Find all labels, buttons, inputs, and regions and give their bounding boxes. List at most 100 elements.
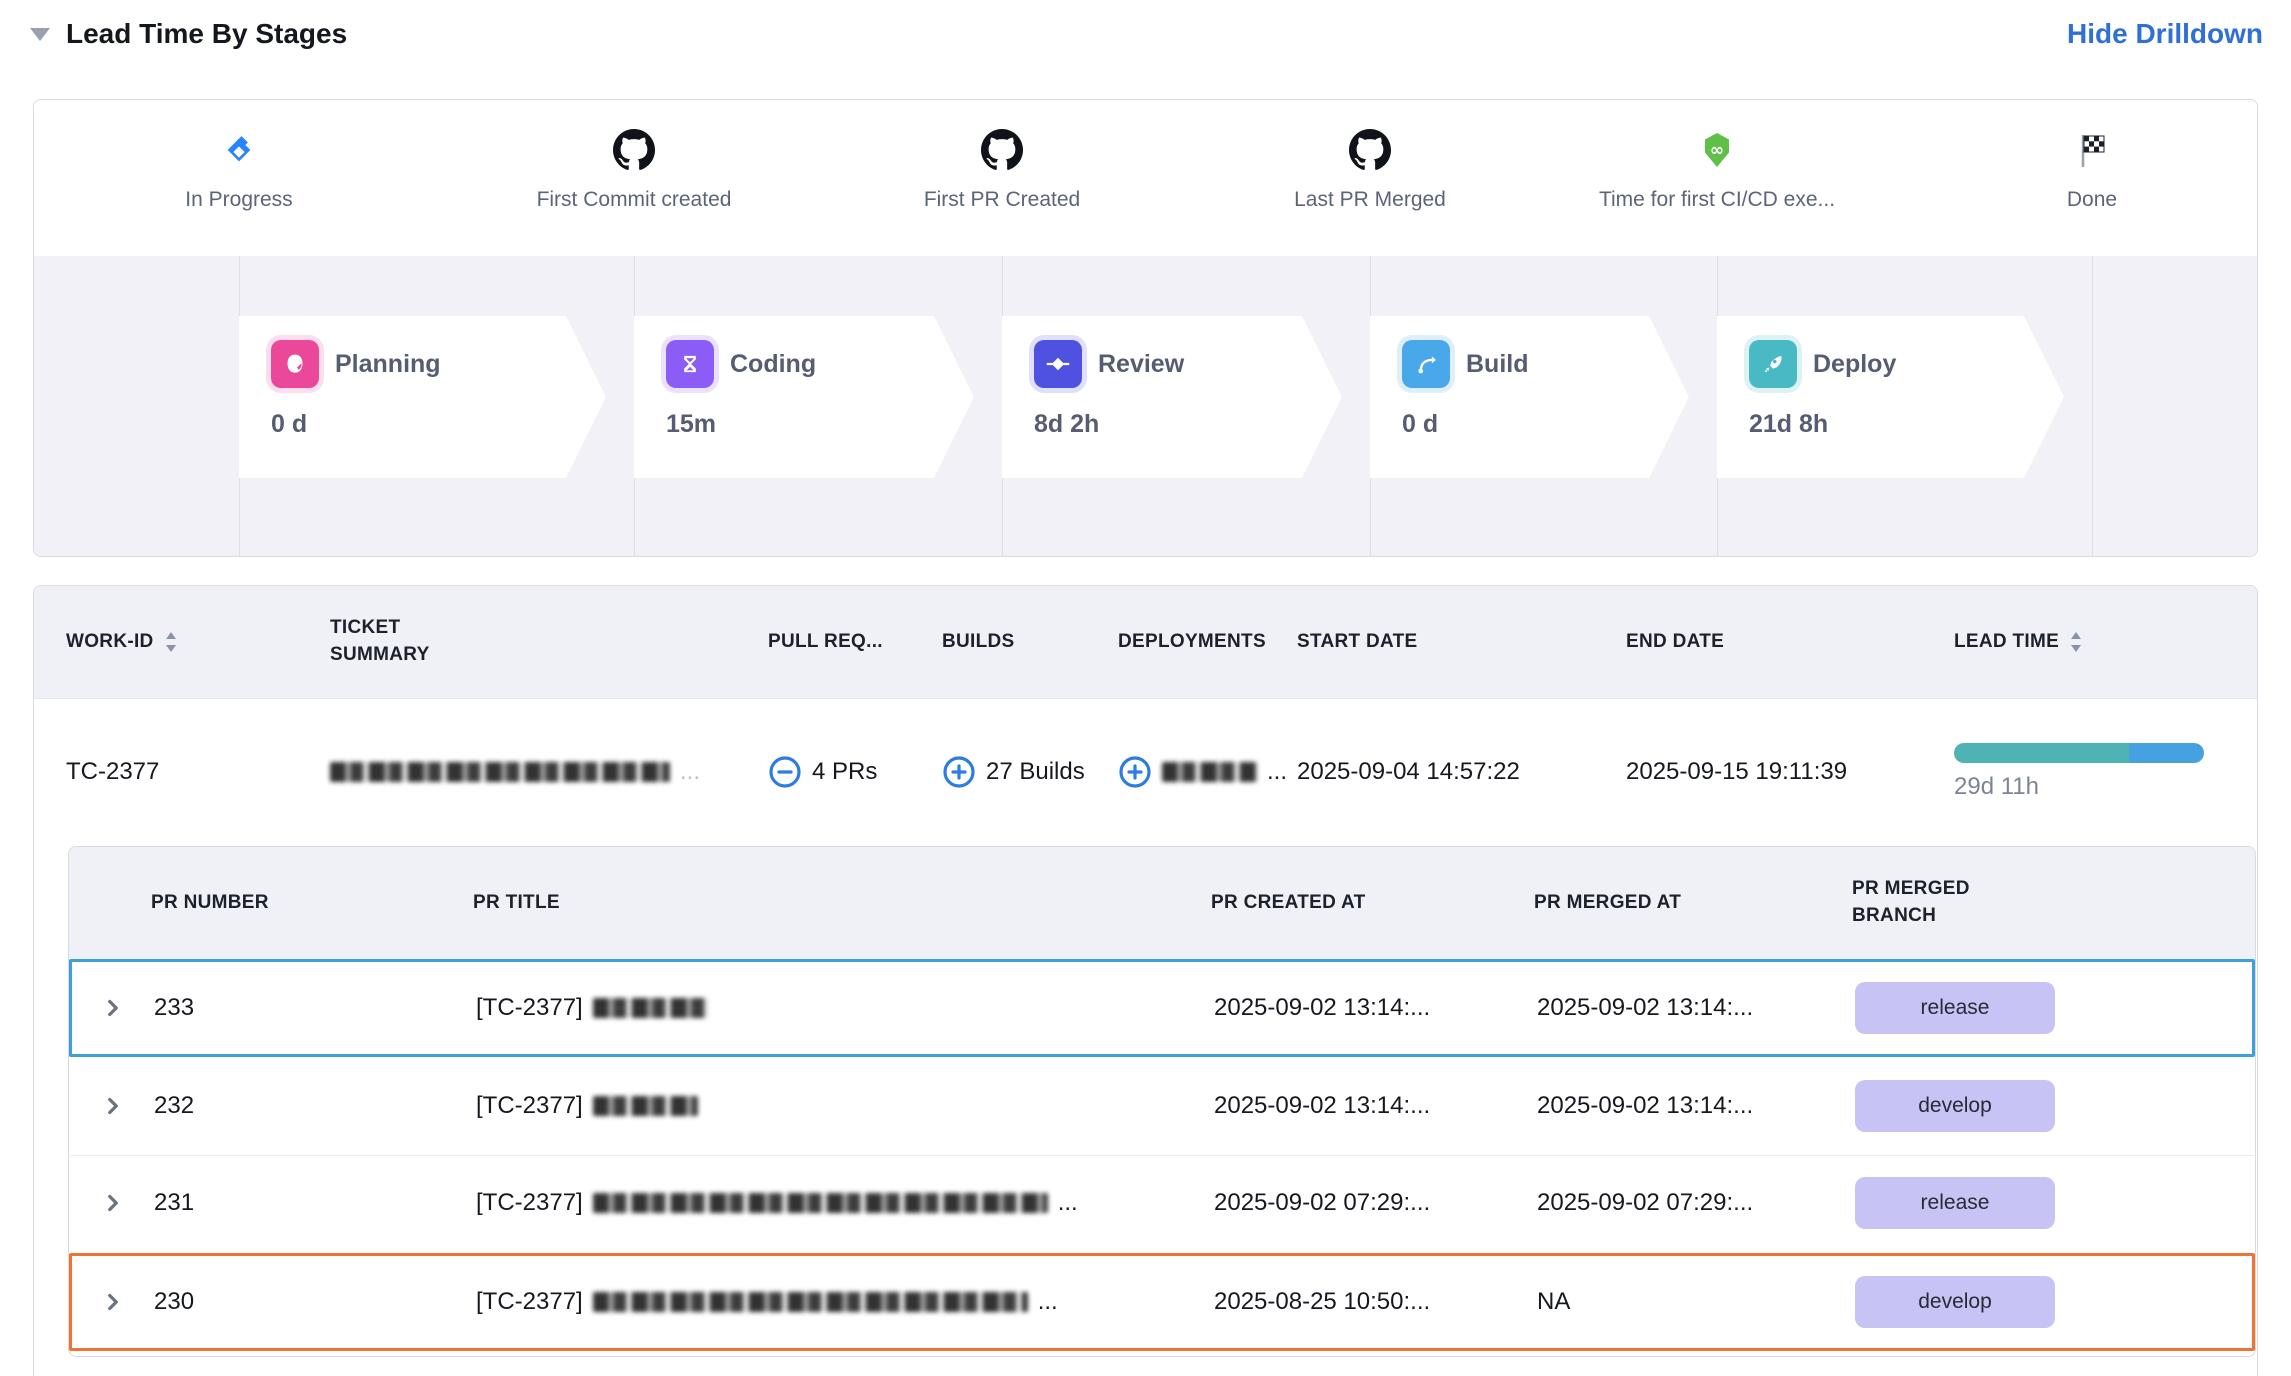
pr-count: 4 PRs	[812, 758, 877, 786]
review-icon	[1034, 340, 1082, 388]
page-title: Lead Time By Stages	[66, 18, 347, 50]
pr-created-at: 2025-08-25 10:50:...	[1214, 1288, 1537, 1316]
col-label: WORK-ID	[66, 631, 154, 653]
plus-circle-icon[interactable]	[1118, 755, 1152, 789]
pr-title: [TC-2377] ...	[476, 1288, 1214, 1316]
col-work-id[interactable]: WORK-ID	[66, 630, 330, 654]
pr-number: 231	[154, 1189, 476, 1217]
pull-requests-toggle[interactable]: 4 PRs	[768, 755, 942, 789]
work-id-cell: TC-2377	[66, 758, 330, 786]
milestone-label: In Progress	[69, 188, 409, 212]
pr-row-232[interactable]: 232 [TC-2377] 2025-09-02 13:14:... 2025-…	[69, 1057, 2255, 1155]
stage-duration: 0 d	[271, 410, 606, 439]
col-label: LEAD TIME	[1954, 631, 2059, 653]
redacted-text	[593, 998, 708, 1018]
stage-name: Coding	[730, 350, 816, 379]
pr-table: PR NUMBER PR TITLE PR CREATED AT PR MERG…	[68, 846, 2256, 1357]
milestone-label: Last PR Merged	[1200, 188, 1540, 212]
stage-name: Deploy	[1813, 350, 1896, 379]
work-row-tc-2377: TC-2377 ... 4 PRs 27 Builds ... 2025-09-…	[34, 699, 2257, 845]
stage-duration: 0 d	[1402, 410, 1689, 439]
redacted-text	[1162, 762, 1257, 782]
pr-merged-at: 2025-09-02 07:29:...	[1537, 1189, 1855, 1217]
pr-merged-at: NA	[1537, 1288, 1855, 1316]
pr-table-header: PR NUMBER PR TITLE PR CREATED AT PR MERG…	[69, 847, 2255, 959]
pr-created-at: 2025-09-02 07:29:...	[1214, 1189, 1537, 1217]
col-pr-title: PR TITLE	[473, 892, 1211, 914]
pr-created-at: 2025-09-02 13:14:...	[1214, 994, 1537, 1022]
milestones-row: In Progress First Commit created First P…	[34, 100, 2257, 256]
svg-text:∞: ∞	[1710, 141, 1724, 161]
milestone-label: First PR Created	[832, 188, 1172, 212]
lead-time-stages-panel: In Progress First Commit created First P…	[33, 99, 2258, 557]
stage-deploy: Deploy 21d 8h	[1717, 316, 2064, 478]
pr-row-230[interactable]: 230 [TC-2377] ... 2025-08-25 10:50:... N…	[69, 1253, 2255, 1351]
stage-duration: 15m	[666, 410, 974, 439]
section-header: Lead Time By Stages	[30, 18, 347, 50]
stages-band: Planning 0 d Coding 15m Review 8d 2h	[34, 256, 2257, 556]
stage-duration: 21d 8h	[1749, 410, 2064, 439]
build-icon	[1402, 340, 1450, 388]
pr-title-prefix: [TC-2377]	[476, 994, 583, 1022]
lead-time-cell: 29d 11h	[1954, 743, 2257, 801]
expand-chevron-icon[interactable]	[100, 1093, 154, 1119]
deploy-icon	[1749, 340, 1797, 388]
start-date-cell: 2025-09-04 14:57:22	[1297, 758, 1626, 786]
ellipsis: ...	[1267, 758, 1287, 786]
sort-icon[interactable]	[162, 630, 180, 654]
ticket-summary-cell: ...	[330, 758, 768, 786]
col-pull-requests: PULL REQ...	[768, 631, 942, 653]
pr-title: [TC-2377]	[476, 994, 1214, 1022]
branch-badge: develop	[1855, 1080, 2055, 1132]
builds-count: 27 Builds	[986, 758, 1085, 786]
stage-duration: 8d 2h	[1034, 410, 1342, 439]
col-lead-time[interactable]: LEAD TIME	[1954, 630, 2257, 654]
expand-chevron-icon[interactable]	[100, 1190, 154, 1216]
redacted-text	[593, 1096, 698, 1116]
planning-icon	[271, 340, 319, 388]
milestone-done: Done	[1922, 124, 2258, 212]
pr-number: 233	[154, 994, 476, 1022]
pr-number: 230	[154, 1288, 476, 1316]
collapse-triangle-icon[interactable]	[30, 28, 50, 41]
deployments-toggle[interactable]: ...	[1118, 755, 1297, 789]
jira-diamond-icon	[69, 124, 409, 176]
milestone-last-pr-merged: Last PR Merged	[1200, 124, 1540, 212]
divider	[2092, 256, 2093, 556]
stage-review: Review 8d 2h	[1002, 316, 1342, 478]
pr-merged-at: 2025-09-02 13:14:...	[1537, 1092, 1855, 1120]
pr-row-231[interactable]: 231 [TC-2377] ... 2025-09-02 07:29:... 2…	[69, 1155, 2255, 1253]
milestone-first-commit: First Commit created	[464, 124, 804, 212]
pr-row-233[interactable]: 233 [TC-2377] 2025-09-02 13:14:... 2025-…	[69, 959, 2255, 1057]
col-pr-merged-at: PR MERGED AT	[1534, 892, 1852, 914]
builds-toggle[interactable]: 27 Builds	[942, 755, 1118, 789]
branch-badge: develop	[1855, 1276, 2055, 1328]
ellipsis: ...	[1058, 1189, 1078, 1217]
pr-title-prefix: [TC-2377]	[476, 1189, 583, 1217]
plus-circle-icon[interactable]	[942, 755, 976, 789]
drilldown-table-panel: WORK-ID TICKET SUMMARY PULL REQ... BUILD…	[33, 585, 2258, 1376]
cicd-infinity-icon: ∞	[1547, 124, 1887, 176]
col-end-date: END DATE	[1626, 631, 1954, 653]
ellipsis: ...	[1038, 1288, 1058, 1316]
pr-created-at: 2025-09-02 13:14:...	[1214, 1092, 1537, 1120]
work-table-header: WORK-ID TICKET SUMMARY PULL REQ... BUILD…	[34, 586, 2257, 699]
redacted-text	[330, 762, 670, 782]
stage-planning: Planning 0 d	[239, 316, 606, 478]
hide-drilldown-link[interactable]: Hide Drilldown	[2067, 18, 2263, 50]
expand-chevron-icon[interactable]	[100, 1289, 154, 1315]
col-builds: BUILDS	[942, 631, 1118, 653]
col-start-date: START DATE	[1297, 631, 1626, 653]
branch-badge: release	[1855, 1177, 2055, 1229]
milestone-label: First Commit created	[464, 188, 804, 212]
minus-circle-icon[interactable]	[768, 755, 802, 789]
stage-build: Build 0 d	[1370, 316, 1689, 478]
col-pr-merged-branch: PR MERGED BRANCH	[1852, 876, 1997, 929]
sort-icon[interactable]	[2067, 630, 2085, 654]
milestone-in-progress: In Progress	[69, 124, 409, 212]
github-icon	[464, 124, 804, 176]
redacted-text	[593, 1292, 1028, 1312]
milestone-label: Time for first CI/CD exe...	[1547, 188, 1887, 212]
expand-chevron-icon[interactable]	[100, 995, 154, 1021]
pr-title: [TC-2377]	[476, 1092, 1214, 1120]
